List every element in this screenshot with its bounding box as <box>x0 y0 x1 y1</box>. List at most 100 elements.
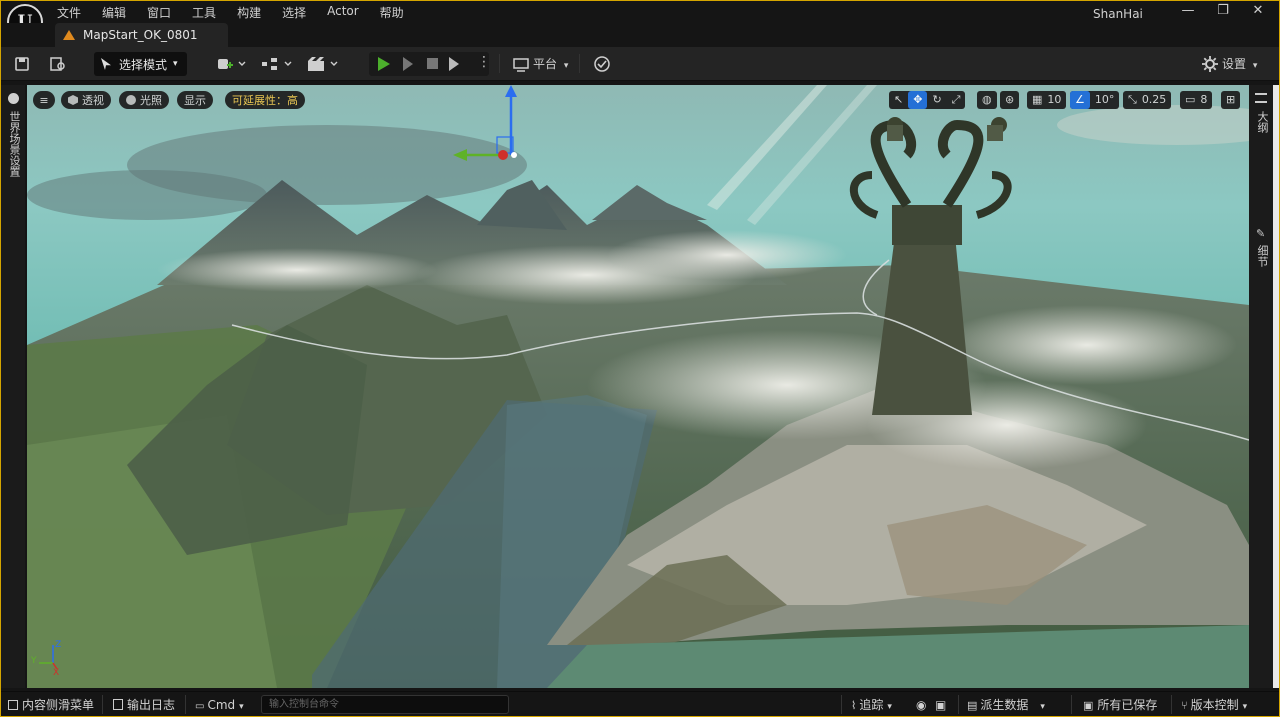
trace-dropdown[interactable]: ⌇ 追踪 ▾ <box>851 697 892 713</box>
outliner-tab[interactable]: 大纲 <box>1254 111 1270 133</box>
output-log-button[interactable]: 输出日志 <box>113 697 175 713</box>
console-input[interactable]: 输入控制台命令 <box>261 695 509 714</box>
maximize-button[interactable]: ❐ <box>1213 3 1233 19</box>
platform-label: 平台 <box>533 57 558 71</box>
chevron-down-icon: ▾ <box>239 702 244 712</box>
chevron-down-icon: ▾ <box>887 702 892 712</box>
derived-data-dropdown[interactable]: ▤ 派生数据 ▾ <box>967 697 1045 713</box>
minimize-button[interactable]: — <box>1178 3 1198 19</box>
screenshot-icon[interactable]: ▣ <box>935 697 946 713</box>
select-tool-icon[interactable]: ↖ <box>889 91 908 109</box>
level-icon <box>63 30 75 40</box>
hamburger-icon: ≡ <box>39 93 49 107</box>
terminal-icon: ▭ <box>195 701 205 712</box>
source-control-icon[interactable] <box>593 55 611 73</box>
cmd-dropdown[interactable]: ▭ Cmd ▾ <box>195 697 244 713</box>
pencil-icon: ✎ <box>1256 227 1266 240</box>
grid-snap-value: 10 <box>1047 93 1062 106</box>
show-button[interactable]: 显示 <box>177 91 213 109</box>
left-side-panel: 世界场景设置 <box>1 85 25 688</box>
trace-icon: ⌇ <box>851 699 857 712</box>
viewport-menu-button[interactable]: ≡ <box>33 91 55 109</box>
globe-icon <box>8 93 19 104</box>
perspective-button[interactable]: 透视 <box>61 91 111 109</box>
platform-icon[interactable] <box>513 55 529 73</box>
level-viewport[interactable]: Z Y X ≡ 透视 光照 显示 可延展性：高 ↖ ✥ ↻ ⤢ ◍ ⊛ ▦ 10… <box>27 85 1249 688</box>
stop-icon[interactable] <box>427 58 438 69</box>
rotation-snap-value: 10° <box>1094 93 1115 106</box>
scalability-indicator[interactable]: 可延展性：高 <box>225 91 305 109</box>
gear-icon <box>1202 56 1218 72</box>
cursor-icon <box>101 58 111 70</box>
scale-snap[interactable]: ⤡ 0.25 <box>1123 91 1172 109</box>
lit-button[interactable]: 光照 <box>119 91 169 109</box>
show-label: 显示 <box>184 94 206 107</box>
platform-dropdown[interactable]: 平台 ▾ <box>533 55 568 72</box>
level-tab[interactable]: MapStart_OK_0801 <box>55 23 228 47</box>
trace-label: 追踪 <box>859 698 884 712</box>
menu-build[interactable]: 构建 <box>237 4 261 21</box>
scale-snap-value: 0.25 <box>1141 93 1167 106</box>
status-bar: 内容侧滑菜单 输出日志 ▭ Cmd ▾ 输入控制台命令 ⌇ 追踪 ▾ ◉ ▣ ▤ 派生数据… <box>1 691 1279 716</box>
camera-speed[interactable]: ▭ 8 <box>1180 91 1213 109</box>
world-settings-tab[interactable]: 世界场景设置 <box>6 111 22 177</box>
branch-icon: ⑂ <box>1181 699 1188 712</box>
document-tab-bar: MapStart_OK_0801 <box>1 23 1279 47</box>
cinematics-icon[interactable] <box>307 55 339 73</box>
browse-level-icon[interactable] <box>49 55 67 73</box>
username: ShanHai <box>1093 7 1143 21</box>
menu-actor[interactable]: Actor <box>327 4 359 21</box>
launch-icon[interactable] <box>449 57 459 71</box>
close-button[interactable]: ✕ <box>1248 3 1268 19</box>
source-control-label: 版本控制 <box>1190 698 1239 712</box>
viewport-layout[interactable]: ⊞ <box>1221 91 1241 109</box>
grid-icon: ▦ <box>1032 93 1043 106</box>
world-space-icon[interactable]: ◍ <box>977 91 997 109</box>
save-all-status[interactable]: ▣ 所有已保存 <box>1083 697 1157 713</box>
advance-frame-icon[interactable] <box>403 57 413 71</box>
rotation-snap[interactable]: ∠ 10° <box>1070 91 1120 109</box>
play-icon[interactable] <box>378 57 390 71</box>
menu-edit[interactable]: 编辑 <box>102 4 126 21</box>
play-controls: ⋮ <box>369 52 491 76</box>
grid-snap[interactable]: ▦ 10 <box>1027 91 1067 109</box>
scale-tool-icon[interactable]: ⤢ <box>947 91 966 109</box>
surface-snap-icon[interactable]: ⊛ <box>1000 91 1019 109</box>
menu-tools[interactable]: 工具 <box>192 4 216 21</box>
cmd-label: Cmd <box>207 698 236 712</box>
translate-tool-icon[interactable]: ✥ <box>908 91 928 109</box>
save-icon[interactable] <box>14 55 30 73</box>
settings-label: 设置 <box>1222 57 1247 71</box>
menu-help[interactable]: 帮助 <box>380 4 404 21</box>
cube-icon <box>68 95 78 105</box>
saved-icon: ▣ <box>1083 699 1094 712</box>
chevron-down-icon: ▾ <box>1242 702 1248 712</box>
details-tab[interactable]: 细节 <box>1254 245 1270 267</box>
content-drawer-button[interactable]: 内容侧滑菜单 <box>8 697 94 713</box>
derived-data-label: 派生数据 <box>980 698 1029 712</box>
editor-window: U 文件 编辑 窗口 工具 构建 选择 Actor 帮助 ShanHai — ❐… <box>0 0 1280 717</box>
content-drawer-label: 内容侧滑菜单 <box>22 698 95 712</box>
offscreen-panel-edge <box>1273 85 1279 688</box>
log-icon <box>113 699 123 710</box>
all-saved-label: 所有已保存 <box>1097 698 1158 712</box>
rotate-tool-icon[interactable]: ↻ <box>927 91 946 109</box>
menu-file[interactable]: 文件 <box>57 4 81 21</box>
drawer-icon <box>8 700 18 710</box>
menu-select[interactable]: 选择 <box>282 4 306 21</box>
more-options-icon[interactable]: ⋮ <box>477 54 491 70</box>
outliner-icon <box>1255 93 1267 103</box>
menu-window[interactable]: 窗口 <box>147 4 171 21</box>
sphere-icon <box>126 95 136 105</box>
record-icon[interactable]: ◉ <box>916 697 926 713</box>
scene-render: Z Y X <box>27 85 1249 688</box>
blueprint-icon[interactable] <box>261 55 293 73</box>
angle-icon: ∠ <box>1070 91 1090 109</box>
svg-text:Y: Y <box>30 656 37 666</box>
settings-dropdown[interactable]: 设置 ▾ <box>1222 55 1257 72</box>
select-mode-dropdown[interactable]: 选择模式 ▾ <box>94 52 187 76</box>
source-control-dropdown[interactable]: ⑂ 版本控制 ▾ <box>1181 697 1247 713</box>
add-actor-icon[interactable] <box>217 55 247 73</box>
main-menu: 文件 编辑 窗口 工具 构建 选择 Actor 帮助 <box>57 4 425 21</box>
menu-bar: U 文件 编辑 窗口 工具 构建 选择 Actor 帮助 ShanHai — ❐… <box>1 1 1279 40</box>
